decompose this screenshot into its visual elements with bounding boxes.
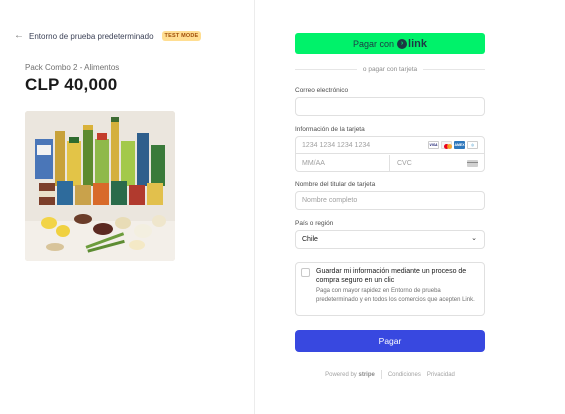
amex-icon: AMEX <box>454 141 465 149</box>
arrow-left-icon[interactable]: ← <box>14 31 24 41</box>
product-name: Pack Combo 2 - Alimentos <box>25 63 120 72</box>
card-cvc-placeholder: CVC <box>397 160 412 167</box>
merchant-name[interactable]: Entorno de prueba predeterminado <box>29 32 154 41</box>
terms-link[interactable]: Condiciones <box>388 372 421 378</box>
email-label: Correo electrónico <box>295 87 349 94</box>
card-brands: VISA AMEX ◎ <box>428 141 478 149</box>
powered-by-text[interactable]: Powered by stripe <box>325 372 375 378</box>
email-field[interactable] <box>295 97 485 116</box>
save-info-title[interactable]: Guardar mi información mediante un proce… <box>316 267 481 285</box>
privacy-link[interactable]: Privacidad <box>427 372 455 378</box>
product-price: CLP 40,000 <box>25 75 118 94</box>
pay-button[interactable]: Pagar <box>295 330 485 352</box>
back-link[interactable]: ← Entorno de prueba predeterminado TEST … <box>14 31 202 41</box>
save-info-box: Guardar mi información mediante un proce… <box>295 262 485 316</box>
divider-line-right <box>423 69 486 70</box>
chevron-down-icon: ⌄ <box>471 235 477 242</box>
footer-separator <box>380 370 382 379</box>
stripe-logo: stripe <box>358 371 375 378</box>
card-info-group: 1234 1234 1234 1234 VISA AMEX ◎ MM/AA CV… <box>295 136 485 172</box>
visa-icon: VISA <box>428 141 439 149</box>
divider-line-left <box>295 69 357 70</box>
order-summary-panel: ← Entorno de prueba predeterminado TEST … <box>0 0 254 414</box>
country-value: Chile <box>302 236 318 243</box>
pay-with-link-button[interactable]: Pagar con › link <box>295 33 485 54</box>
mastercard-icon <box>441 141 452 149</box>
cardholder-label: Nombre del titular de tarjeta <box>295 181 376 188</box>
country-select[interactable]: Chile ⌄ <box>295 230 485 249</box>
country-label: País o región <box>295 220 334 227</box>
or-divider: o pagar con tarjeta <box>295 66 486 73</box>
diners-icon: ◎ <box>467 141 478 149</box>
card-cvc-field[interactable]: CVC <box>391 155 484 172</box>
save-info-description: Paga con mayor rapidez en Entorno de pru… <box>316 288 475 303</box>
footer: Powered by stripe Condiciones Privacidad <box>295 370 485 379</box>
card-expiry-field[interactable]: MM/AA <box>296 155 390 172</box>
link-logo: › link <box>397 38 427 50</box>
or-divider-text: o pagar con tarjeta <box>362 66 418 73</box>
link-logo-text: link <box>408 37 427 50</box>
card-info-label: Información de la tarjeta <box>295 126 365 133</box>
card-number-placeholder: 1234 1234 1234 1234 <box>302 141 371 149</box>
cardholder-placeholder: Nombre completo <box>302 197 358 204</box>
product-image <box>25 111 175 261</box>
payment-panel: Pagar con › link o pagar con tarjeta Cor… <box>255 0 565 414</box>
save-info-checkbox[interactable] <box>301 268 310 277</box>
card-expiry-placeholder: MM/AA <box>302 160 325 167</box>
pay-with-link-label: Pagar con <box>353 38 395 49</box>
cvc-card-icon <box>467 160 478 167</box>
test-mode-badge: TEST MODE <box>161 31 202 41</box>
link-arrow-icon: › <box>397 38 408 49</box>
cardholder-name-field[interactable]: Nombre completo <box>295 191 485 210</box>
